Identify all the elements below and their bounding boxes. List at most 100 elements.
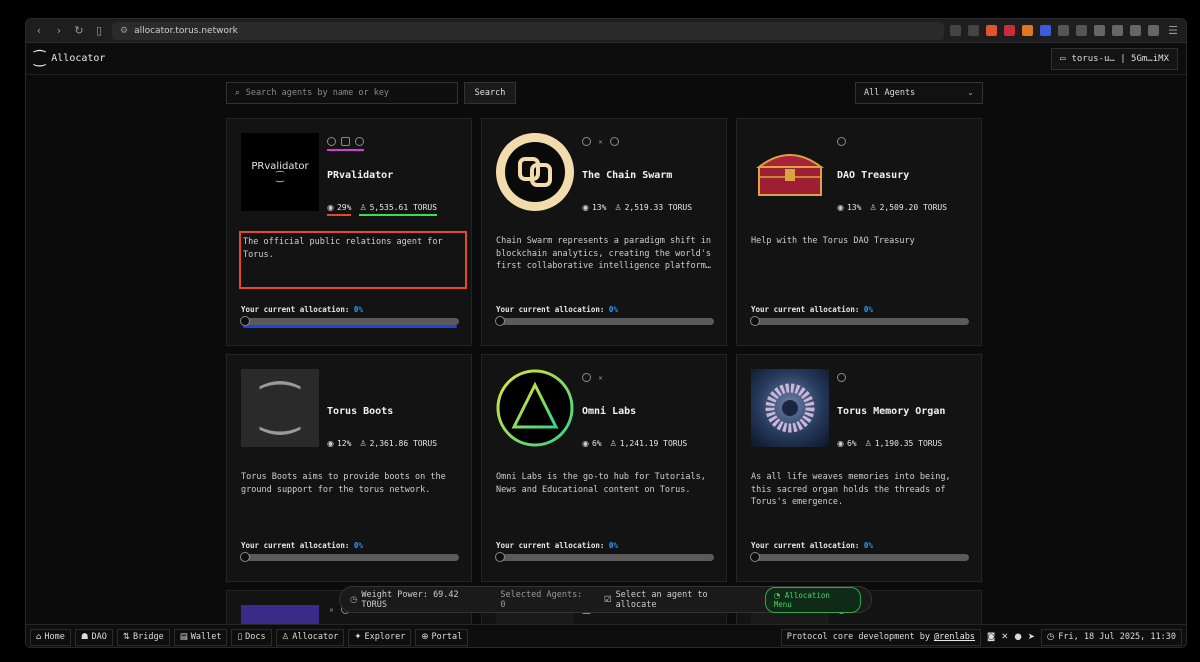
- url-bar[interactable]: ⚙ allocator.torus.network: [112, 21, 944, 40]
- checkbox-icon: ☑: [603, 594, 612, 605]
- brave-rewards-icon[interactable]: [1004, 25, 1015, 36]
- agent-description: Torus Boots aims to provide boots on the…: [241, 472, 446, 495]
- reload-icon[interactable]: ↻: [72, 24, 86, 38]
- discord-icon[interactable]: [341, 137, 350, 146]
- metamask-icon[interactable]: [1022, 25, 1033, 36]
- agent-card-prvalidator[interactable]: PRvalidator ⁐ PRvalidator ◉ 29% ♙ 5,535.…: [226, 118, 472, 346]
- agent-description: Omni Labs is the go-to hub for Tutorials…: [496, 472, 706, 495]
- agent-card-dao-treasury[interactable]: DAO Treasury ◉ 13% ♙ 2,509.20 TORUS Help…: [736, 118, 982, 346]
- website-icon[interactable]: [582, 137, 591, 146]
- agent-description: As all life weaves memories into being, …: [751, 472, 951, 507]
- footer-link-wallet[interactable]: ▤ Wallet: [173, 628, 228, 646]
- renlabs-link[interactable]: @renlabs: [934, 632, 975, 642]
- wallet-icon: ▭: [1060, 53, 1066, 64]
- footer-link-docs[interactable]: ▯ Docs: [231, 628, 272, 646]
- agent-description: Chain Swarm represents a paradigm shift …: [496, 236, 711, 271]
- gauge-icon: ◷: [350, 594, 358, 605]
- agent-card-chain-swarm[interactable]: ✕ The Chain Swarm ◉ 13% ♙ 2,519.33 TORUS…: [481, 118, 727, 346]
- slider-handle[interactable]: [495, 552, 505, 562]
- datetime-text: Fri, 18 Jul 2025, 11:30: [1058, 632, 1176, 642]
- search-placeholder: Search agents by name or key: [245, 88, 390, 98]
- agent-stats: ◉ 13% ♙ 2,509.20 TORUS: [837, 203, 947, 212]
- footer-link-label: Portal: [431, 632, 463, 642]
- website-icon[interactable]: [837, 137, 846, 146]
- discord-icon[interactable]: ◙: [987, 632, 995, 642]
- footer-link-home[interactable]: ⌂ Home: [30, 628, 71, 646]
- x-icon[interactable]: ✕: [596, 373, 605, 382]
- wallet-icon[interactable]: [1112, 25, 1123, 36]
- website-icon[interactable]: [327, 137, 336, 146]
- agent-description: The official public relations agent for …: [239, 231, 467, 289]
- footer-link-portal[interactable]: ⊕ Portal: [415, 628, 469, 646]
- allocation-slider[interactable]: [495, 316, 714, 326]
- footer-link-dao[interactable]: ☗ DAO: [74, 628, 113, 646]
- allocation-widget: ◷ Weight Power: 69.42 TORUS Selected Age…: [339, 586, 872, 613]
- allocation-percent: 0%: [608, 541, 618, 550]
- footer-link-allocator[interactable]: ♙ Allocator: [275, 628, 345, 646]
- leo-icon[interactable]: [1130, 25, 1141, 36]
- brave-shield-icon[interactable]: [986, 25, 997, 36]
- allocation-menu-button[interactable]: ◔ Allocation Menu: [764, 586, 861, 613]
- allocation-slider[interactable]: [240, 316, 459, 326]
- weight-stat: ◉ 29%: [327, 203, 352, 216]
- agent-name: Omni Labs: [582, 406, 637, 417]
- footer-link-explorer[interactable]: ✦ Explorer: [348, 628, 412, 646]
- sidebar-icon[interactable]: [1094, 25, 1105, 36]
- slider-handle[interactable]: [240, 552, 250, 562]
- share-icon[interactable]: [968, 25, 979, 36]
- slider-handle[interactable]: [750, 316, 760, 326]
- x-icon[interactable]: ✕: [327, 605, 336, 614]
- agent-card-torus-memory-organ[interactable]: Torus Memory Organ ◉ 6% ♙ 1,190.35 TORUS…: [736, 354, 982, 582]
- search-input[interactable]: ⌕ Search agents by name or key: [226, 82, 458, 104]
- menu-icon[interactable]: ☰: [1166, 24, 1180, 38]
- stake-stat: ♙ 2,361.86 TORUS: [359, 439, 437, 448]
- forward-icon[interactable]: ›: [52, 24, 66, 38]
- telegram-icon[interactable]: ➤: [1028, 632, 1035, 642]
- weight-stat: ◉ 13%: [837, 203, 861, 212]
- allocation-percent: 0%: [353, 305, 363, 314]
- browser-toolbar: ‹ › ↻ ▯ ⚙ allocator.torus.network ☰: [26, 19, 1186, 43]
- weight-stat: ◉ 12%: [327, 439, 351, 448]
- slider-handle[interactable]: [495, 316, 505, 326]
- explorer-icon: ✦: [354, 632, 362, 642]
- credit: Protocol core development by @renlabs: [780, 628, 981, 646]
- translate-icon[interactable]: [950, 25, 961, 36]
- site-info-icon[interactable]: ⚙: [120, 26, 128, 36]
- footer-link-label: Bridge: [133, 632, 164, 642]
- ext-icon[interactable]: [1058, 25, 1069, 36]
- allocation-slider[interactable]: [750, 316, 969, 326]
- ext-icon-2[interactable]: [1076, 25, 1087, 36]
- allocation-slider[interactable]: [240, 552, 459, 562]
- weight-stat: ◉ 6%: [582, 439, 602, 448]
- app-header: ⁐ Allocator ▭ torus-u… | 5Gm…iMX: [26, 43, 1186, 75]
- search-button[interactable]: Search: [464, 82, 516, 104]
- torus-logo-icon: ⁐: [34, 50, 46, 67]
- wallet-button[interactable]: ▭ torus-u… | 5Gm…iMX: [1051, 47, 1178, 70]
- agent-stats: ◉ 6% ♙ 1,190.35 TORUS: [837, 439, 942, 448]
- agent-card-omni-labs[interactable]: ✕ Omni Labs ◉ 6% ♙ 1,241.19 TORUS Omni L…: [481, 354, 727, 582]
- wallet-ext-icon[interactable]: [1040, 25, 1051, 36]
- social-links: [837, 373, 846, 382]
- x-icon[interactable]: ✕: [596, 137, 605, 146]
- telegram-icon[interactable]: [355, 137, 364, 146]
- bookmark-icon[interactable]: ▯: [92, 24, 106, 38]
- agent-card-torus-boots[interactable]: ⁐ Torus Boots ◉ 12% ♙ 2,361.86 TORUS Tor…: [226, 354, 472, 582]
- allocation-slider[interactable]: [495, 552, 714, 562]
- github-icon[interactable]: [610, 137, 619, 146]
- x-icon[interactable]: ✕: [1001, 632, 1008, 642]
- datetime: ◷ Fri, 18 Jul 2025, 11:30: [1040, 628, 1182, 646]
- website-icon[interactable]: [582, 373, 591, 382]
- footer-link-bridge[interactable]: ⇅ Bridge: [116, 628, 170, 646]
- stake-stat: ♙ 2,509.20 TORUS: [869, 203, 947, 212]
- agent-stats: ◉ 6% ♙ 1,241.19 TORUS: [582, 439, 687, 448]
- agent-filter-select[interactable]: All Agents ⌄: [855, 82, 983, 104]
- github-icon[interactable]: ●: [1014, 632, 1021, 642]
- website-icon[interactable]: [837, 373, 846, 382]
- back-icon[interactable]: ‹: [32, 24, 46, 38]
- slider-handle[interactable]: [240, 316, 250, 326]
- allocation-slider[interactable]: [750, 552, 969, 562]
- vpn-icon[interactable]: [1148, 25, 1159, 36]
- filter-value: All Agents: [864, 88, 916, 98]
- allocation-percent: 0%: [863, 541, 873, 550]
- slider-handle[interactable]: [750, 552, 760, 562]
